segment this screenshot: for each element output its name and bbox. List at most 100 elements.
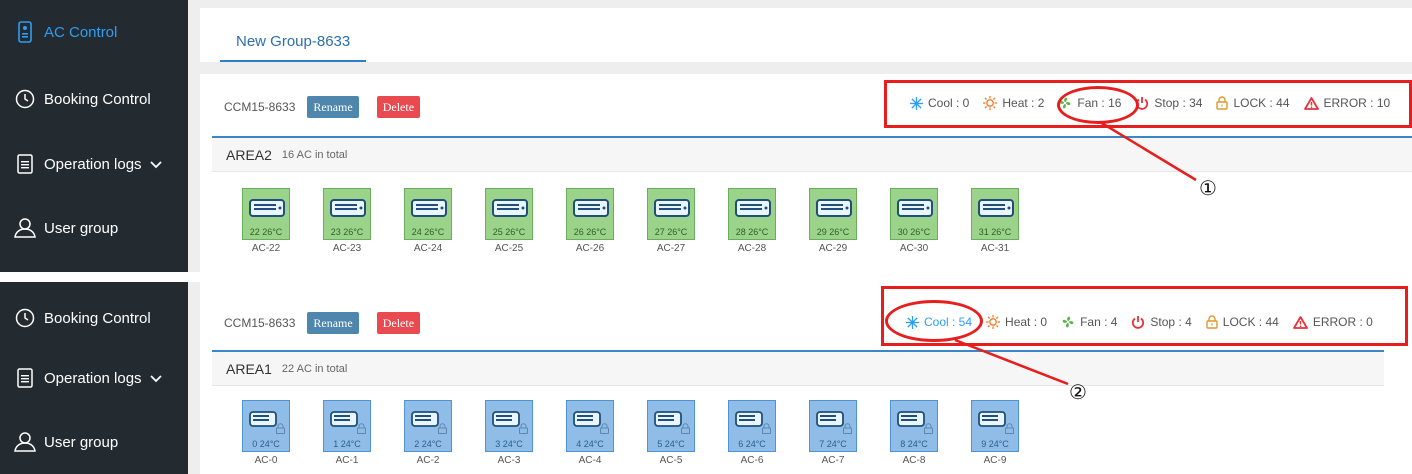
unit-label: AC-23 <box>332 243 362 254</box>
air-conditioner-icon <box>411 199 447 217</box>
stat-heat[interactable]: Heat : 2 <box>983 96 1044 110</box>
sun-icon <box>983 96 998 110</box>
unit-label: AC-2 <box>416 455 440 466</box>
ac-unit-tile[interactable]: 29 26°C <box>809 188 857 240</box>
stat-stop[interactable]: Stop : 4 <box>1131 315 1192 329</box>
air-conditioner-icon <box>330 199 366 217</box>
unit-value: 27 26°C <box>654 227 688 237</box>
ac-unit: 31 26°C AC-31 <box>971 188 1052 254</box>
area-header: AREA2 16 AC in total <box>212 138 1412 172</box>
ac-unit-tile[interactable]: 25 26°C <box>485 188 533 240</box>
ac-unit-tile[interactable]: 3 24°C <box>485 400 533 452</box>
lock-icon <box>681 423 690 434</box>
air-conditioner-icon <box>249 411 277 427</box>
stat-heat[interactable]: Heat : 0 <box>986 315 1047 329</box>
stat-label: LOCK : 44 <box>1233 96 1290 110</box>
ac-unit-tile[interactable]: 4 24°C <box>566 400 614 452</box>
air-conditioner-icon <box>492 411 520 427</box>
ac-unit-tile[interactable]: 23 26°C <box>323 188 371 240</box>
stat-label: Fan : 16 <box>1077 96 1122 110</box>
power-icon <box>1132 316 1145 329</box>
sidebar-item-user-group[interactable]: User group <box>0 410 188 474</box>
ac-unit-tile[interactable]: 27 26°C <box>647 188 695 240</box>
unit-value: 2 24°C <box>414 439 442 449</box>
unit-label: AC-9 <box>983 455 1007 466</box>
unit-value: 1 24°C <box>333 439 361 449</box>
rename-button[interactable]: Rename <box>307 96 359 118</box>
sidebar-item-booking-control[interactable]: Booking Control <box>0 67 188 131</box>
status-summary: Cool : 0 Heat : 2 Fan : 16 Stop : 34 LOC… <box>910 96 1404 110</box>
ac-unit-tile[interactable]: 7 24°C <box>809 400 857 452</box>
unit-value: 3 24°C <box>495 439 523 449</box>
unit-label: AC-6 <box>740 455 764 466</box>
air-conditioner-icon <box>573 199 609 217</box>
ac-unit-tile[interactable]: 8 24°C <box>890 400 938 452</box>
lock-icon <box>1005 423 1014 434</box>
sidebar-item-ac-control[interactable]: AC Control <box>0 0 188 64</box>
stat-stop[interactable]: Stop : 34 <box>1135 96 1202 110</box>
delete-button[interactable]: Delete <box>376 96 421 118</box>
screenshot-panel-2: Booking Control Operation logs User grou… <box>0 282 1412 474</box>
stat-fan[interactable]: Fan : 16 <box>1058 96 1121 110</box>
sidebar-item-booking-control[interactable]: Booking Control <box>0 286 188 350</box>
rename-button[interactable]: Rename <box>307 312 359 334</box>
tab-new-group[interactable]: New Group-8633 <box>220 28 367 62</box>
sidebar-item-user-group[interactable]: User group <box>0 196 188 260</box>
ac-unit-tile[interactable]: 6 24°C <box>728 400 776 452</box>
unit-label: AC-4 <box>578 455 602 466</box>
ac-unit-tile[interactable]: 1 24°C <box>323 400 371 452</box>
ac-unit-tile[interactable]: 9 24°C <box>971 400 1019 452</box>
fan-icon <box>1062 316 1074 328</box>
user-icon <box>14 217 36 239</box>
unit-value: 6 24°C <box>738 439 766 449</box>
snowflake-icon <box>910 96 923 110</box>
ac-unit: 9 24°C AC-9 <box>971 400 1052 466</box>
ac-unit-tile[interactable]: 0 24°C <box>242 400 290 452</box>
ac-unit: 8 24°C AC-8 <box>890 400 971 466</box>
delete-button[interactable]: Delete <box>376 312 421 334</box>
ac-unit-tile[interactable]: 26 26°C <box>566 188 614 240</box>
lock-icon <box>1206 315 1218 329</box>
stat-fan[interactable]: Fan : 4 <box>1061 315 1117 329</box>
group-header: CCM15-8633 Rename Delete <box>224 96 438 118</box>
ac-unit-tile[interactable]: 5 24°C <box>647 400 695 452</box>
unit-value: 9 24°C <box>981 439 1009 449</box>
warning-icon <box>1303 96 1319 110</box>
stat-cool[interactable]: Cool : 54 <box>906 315 972 329</box>
stat-error[interactable]: ERROR : 10 <box>1303 96 1390 110</box>
group-header: CCM15-8633 Rename Delete <box>224 312 438 334</box>
ac-unit-tile[interactable]: 28 26°C <box>728 188 776 240</box>
ac-unit-tile[interactable]: 31 26°C <box>971 188 1019 240</box>
unit-label: AC-27 <box>656 243 686 254</box>
sidebar: Booking Control Operation logs User grou… <box>0 282 188 474</box>
air-conditioner-icon <box>411 411 439 427</box>
ac-unit-tile[interactable]: 30 26°C <box>890 188 938 240</box>
unit-value: 7 24°C <box>819 439 847 449</box>
ac-unit: 22 26°C AC-22 <box>242 188 323 254</box>
lock-icon <box>1216 96 1229 110</box>
unit-value: 28 26°C <box>735 227 769 237</box>
ac-unit-tile[interactable]: 2 24°C <box>404 400 452 452</box>
stat-lock[interactable]: LOCK : 44 <box>1206 315 1279 329</box>
group-name: CCM15-8633 <box>224 316 296 330</box>
ac-unit: 6 24°C AC-6 <box>728 400 809 466</box>
area-name: AREA1 <box>226 360 272 377</box>
unit-label: AC-8 <box>902 455 926 466</box>
ac-unit-tile[interactable]: 24 26°C <box>404 188 452 240</box>
stat-label: Fan : 4 <box>1080 315 1118 329</box>
document-icon <box>14 153 36 175</box>
chevron-down-icon <box>150 370 162 387</box>
sidebar-item-operation-logs[interactable]: Operation logs <box>0 346 188 410</box>
air-conditioner-icon <box>654 411 682 427</box>
ac-unit: 24 26°C AC-24 <box>404 188 485 254</box>
stat-cool[interactable]: Cool : 0 <box>910 96 969 110</box>
stat-label: Heat : 2 <box>1002 96 1045 110</box>
unit-label: AC-29 <box>818 243 848 254</box>
sidebar-item-label: Operation logs <box>44 155 142 173</box>
stat-lock[interactable]: LOCK : 44 <box>1216 96 1290 110</box>
stat-error[interactable]: ERROR : 0 <box>1292 315 1373 329</box>
ac-unit-list: 22 26°C AC-22 23 26°C AC-23 24 26°C AC-24 2… <box>242 188 1052 254</box>
sidebar-item-operation-logs[interactable]: Operation logs <box>0 132 188 196</box>
ac-unit-tile[interactable]: 22 26°C <box>242 188 290 240</box>
ac-unit: 28 26°C AC-28 <box>728 188 809 254</box>
